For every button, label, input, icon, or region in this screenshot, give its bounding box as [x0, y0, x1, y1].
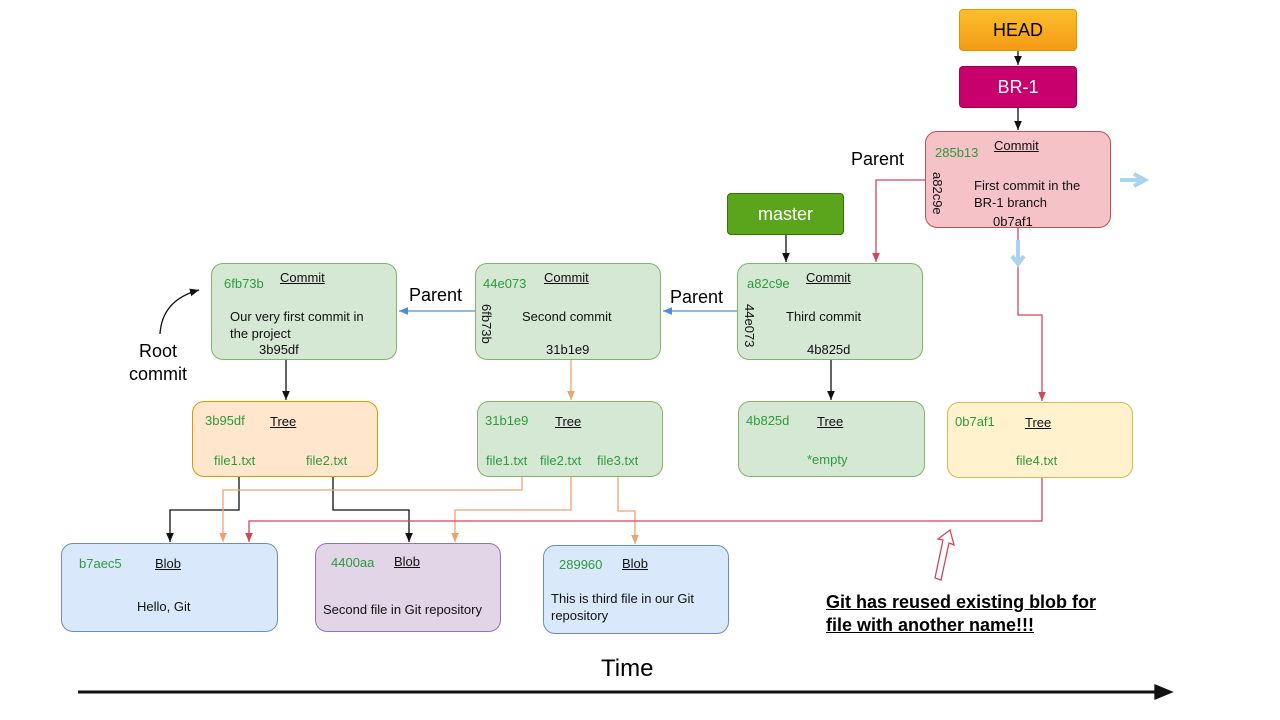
root-commit-label: Root commit	[129, 341, 187, 384]
commit-hash: a82c9e	[747, 276, 790, 291]
commit-kind: Commit	[280, 270, 325, 285]
tree-hash: 31b1e9	[485, 413, 529, 428]
tree-file: file4.txt	[1016, 453, 1058, 468]
tree-kind: Tree	[817, 414, 844, 429]
edge-t2-f2	[451, 477, 572, 542]
tree-hash: 3b95df	[205, 413, 245, 428]
tree-node: 4b825d Tree *empty	[738, 401, 925, 477]
tree-file: file2.txt	[306, 453, 348, 468]
edge-t2-f3	[617, 477, 639, 544]
commit-parent: a82c9e	[930, 172, 945, 215]
blob-content: Hello, Git	[137, 599, 191, 614]
tree-node: 31b1e9 Tree file1.txt file2.txt file3.tx…	[477, 401, 663, 477]
tree-kind: Tree	[270, 414, 297, 429]
edge-br1commit-tree	[1017, 228, 1046, 401]
tree-node: 3b95df Tree file1.txt file2.txt	[192, 401, 378, 477]
reuse-note: Git has reused existing blob for file wi…	[826, 592, 1097, 635]
blob-node: 4400aa Blob Second file in Git repositor…	[315, 543, 501, 632]
tree-file: file2.txt	[540, 453, 582, 468]
blob-hash: 289960	[559, 557, 603, 572]
blob-kind: Blob	[622, 556, 649, 571]
ghost-arrow-down-icon	[1010, 240, 1026, 268]
commit-tree: 31b1e9	[546, 342, 590, 357]
commit-parent: 44e073	[742, 304, 757, 348]
commit-tree: 4b825d	[807, 342, 851, 357]
edge-br1commit-parent	[872, 179, 925, 262]
edge-t1-f1	[166, 477, 240, 542]
tree-file: file1.txt	[214, 453, 256, 468]
commit-parent: 6fb73b	[479, 304, 494, 344]
blob-hash: 4400aa	[331, 555, 375, 570]
note-arrow-icon	[934, 528, 955, 581]
tree-file: *empty	[807, 452, 848, 467]
blob-node: 289960 Blob This is third file in our Gi…	[543, 545, 729, 634]
blob-hash: b7aec5	[79, 556, 122, 571]
commit-kind: Commit	[806, 270, 851, 285]
ghost-arrow-right-icon	[1120, 172, 1150, 188]
blob-kind: Blob	[155, 556, 182, 571]
tree-kind: Tree	[1025, 415, 1052, 430]
root-arrow	[159, 288, 200, 335]
tree-node: 0b7af1 Tree file4.txt	[947, 402, 1133, 478]
commit-kind: Commit	[544, 270, 589, 285]
head-ref: HEAD	[959, 9, 1077, 51]
commit-node: a82c9e Commit 44e073 Third commit 4b825d	[737, 263, 923, 360]
commit-node-br1: 285b13 Commit a82c9e First commit in the…	[925, 131, 1111, 229]
commit-message: First commit in the BR-1 branch	[974, 178, 1081, 210]
commit-message: Second commit	[522, 309, 612, 324]
edge-t1-f2	[332, 477, 413, 542]
commit-hash: 285b13	[935, 145, 979, 160]
commit-message: Third commit	[786, 309, 862, 324]
parent-label: Parent	[409, 285, 463, 305]
time-arrowhead	[1154, 684, 1174, 700]
commit-kind: Commit	[994, 138, 1039, 153]
commit-tree: 0b7af1	[993, 214, 1033, 229]
parent-label: Parent	[851, 149, 905, 169]
commit-hash: 6fb73b	[224, 276, 264, 291]
tree-hash: 0b7af1	[955, 414, 995, 429]
tree-hash: 4b825d	[746, 413, 790, 428]
blob-content: Second file in Git repository	[323, 602, 482, 617]
master-ref: master	[727, 193, 844, 235]
tree-file: file3.txt	[597, 453, 639, 468]
commit-hash: 44e073	[483, 276, 527, 291]
tree-file: file1.txt	[486, 453, 528, 468]
br1-ref: BR-1	[959, 66, 1077, 108]
commit-tree: 3b95df	[259, 342, 299, 357]
parent-label: Parent	[670, 287, 724, 307]
commit-node: 44e073 Commit 6fb73b Second commit 31b1e…	[475, 263, 661, 360]
commit-message: Our very first commit in the project	[230, 309, 364, 341]
tree-kind: Tree	[555, 414, 582, 429]
blob-node: b7aec5 Blob Hello, Git	[61, 543, 278, 632]
blob-content: This is third file in our Git repository	[551, 591, 695, 623]
commit-node: 6fb73b Commit Our very first commit in t…	[211, 263, 397, 360]
time-label: Time	[601, 655, 654, 682]
blob-kind: Blob	[394, 554, 421, 569]
